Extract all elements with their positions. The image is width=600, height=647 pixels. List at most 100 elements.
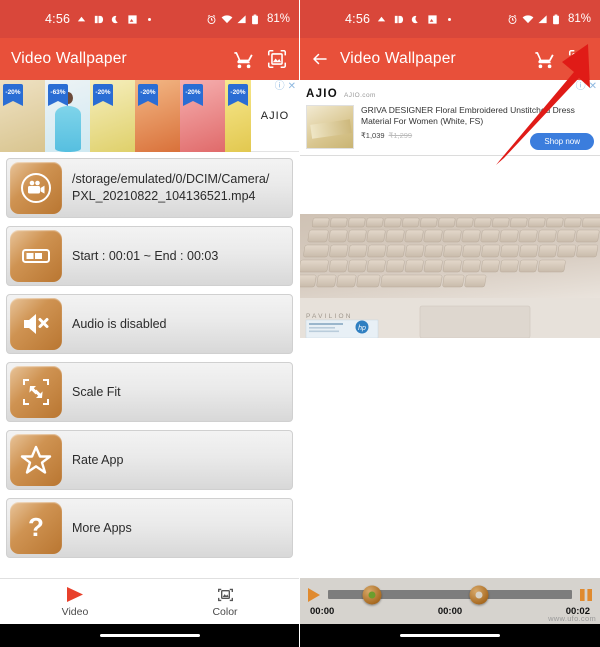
app-title: Video Wallpaper bbox=[11, 50, 127, 67]
ad-thumbnail[interactable]: -20% bbox=[135, 80, 180, 152]
video-preview-frame[interactable]: PAVILION hp bbox=[300, 214, 600, 338]
list-item-rate-app[interactable]: Rate App bbox=[6, 430, 293, 490]
notification-icon bbox=[376, 14, 387, 25]
ad-product-image bbox=[306, 105, 354, 149]
battery-percent: 81% bbox=[567, 13, 591, 25]
ad-product-info: GRIVA DESIGNER Floral Embroidered Unstit… bbox=[361, 105, 594, 150]
color-picker-icon bbox=[216, 586, 235, 603]
list-item-label: Scale Fit bbox=[72, 384, 121, 399]
discount-badge: -20% bbox=[3, 84, 23, 106]
ad-product-title: GRIVA DESIGNER Floral Embroidered Unstit… bbox=[361, 105, 575, 127]
bottom-nav-label: Color bbox=[212, 605, 238, 618]
home-gesture-pill[interactable] bbox=[400, 634, 500, 637]
discount-badge: -20% bbox=[228, 84, 248, 106]
back-arrow-icon[interactable] bbox=[311, 50, 329, 68]
signal-icon bbox=[537, 14, 548, 25]
set-wallpaper-icon[interactable] bbox=[567, 48, 589, 70]
bottom-nav-color[interactable]: Color bbox=[150, 586, 299, 618]
status-bar-left-group: 4:56 bbox=[309, 12, 455, 26]
list-item-trim-range[interactable]: Start : 00:01 ~ End : 00:03 bbox=[6, 226, 293, 286]
star-icon bbox=[10, 434, 62, 486]
ad-info-icon[interactable]: ⓘ bbox=[576, 82, 586, 92]
image-icon bbox=[427, 14, 438, 25]
video-file-icon bbox=[10, 162, 62, 214]
list-item-label: /storage/emulated/0/DCIM/Camera/PXL_2021… bbox=[72, 172, 270, 203]
system-navigation-bar bbox=[300, 624, 600, 647]
ad-thumbnail[interactable]: -20% bbox=[180, 80, 225, 152]
bottom-nav-video[interactable]: Video bbox=[0, 586, 150, 618]
discount-badge: -20% bbox=[183, 84, 203, 106]
ad-info-icon[interactable]: ⓘ bbox=[275, 82, 285, 92]
question-icon: ? bbox=[10, 502, 62, 554]
moon-icon bbox=[410, 14, 421, 25]
ad-banner-right[interactable]: AJIO AJIO.com ⓘ ✕ GRIVA DESIGNER Floral … bbox=[300, 80, 600, 156]
status-bar-left-group: 4:56 bbox=[9, 12, 155, 26]
set-wallpaper-icon[interactable] bbox=[266, 48, 288, 70]
alarm-icon bbox=[507, 14, 518, 25]
cart-icon[interactable] bbox=[534, 48, 556, 70]
ad-close-icon[interactable]: ✕ bbox=[288, 82, 296, 92]
status-bar-right-group: 81% bbox=[206, 13, 290, 25]
play-icon[interactable] bbox=[306, 587, 322, 603]
right-screen: 4:56 81% Video Wallpaper AJIO AJIO.com ⓘ… bbox=[300, 0, 600, 647]
image-icon bbox=[127, 14, 138, 25]
system-navigation-bar bbox=[0, 624, 299, 647]
ad-thumbnail-strip[interactable]: -20% -63% -20% -20% -20% -20% bbox=[0, 80, 251, 152]
scale-fit-icon bbox=[10, 366, 62, 418]
list-item-audio[interactable]: Audio is disabled bbox=[6, 294, 293, 354]
list-item-label: More Apps bbox=[72, 520, 132, 535]
audio-muted-icon bbox=[10, 298, 62, 350]
ad-thumbnail[interactable]: -20% bbox=[90, 80, 135, 152]
list-item-label: Audio is disabled bbox=[72, 316, 167, 331]
shop-now-button[interactable]: Shop now bbox=[530, 133, 594, 150]
alarm-icon bbox=[206, 14, 217, 25]
dot-icon bbox=[444, 14, 455, 25]
svg-text:hp: hp bbox=[358, 325, 366, 332]
signal-icon bbox=[236, 14, 247, 25]
video-preview-area[interactable]: PAVILION hp bbox=[300, 156, 600, 456]
status-time: 4:56 bbox=[345, 12, 371, 26]
list-item-label: Start : 00:01 ~ End : 00:03 bbox=[72, 248, 219, 263]
discount-badge: -20% bbox=[138, 84, 158, 106]
notification-icon bbox=[93, 14, 104, 25]
bottom-navigation: Video Color bbox=[0, 578, 299, 624]
ad-brand-label: AJIO bbox=[260, 109, 290, 122]
trim-range-icon bbox=[10, 230, 62, 282]
app-bar-left: Video Wallpaper bbox=[0, 38, 299, 80]
ad-banner-left[interactable]: -20% -63% -20% -20% -20% -20% AJIO ⓘ ✕ bbox=[0, 80, 299, 152]
battery-percent: 81% bbox=[266, 13, 290, 25]
discount-badge: -20% bbox=[93, 84, 113, 106]
home-gesture-pill[interactable] bbox=[100, 634, 200, 637]
time-start: 00:00 bbox=[310, 605, 335, 617]
ad-controls-left: ⓘ ✕ bbox=[275, 82, 296, 92]
notification-icon bbox=[76, 14, 87, 25]
ad-thumbnail[interactable]: -63% bbox=[45, 80, 90, 152]
dot-icon bbox=[144, 14, 155, 25]
settings-list: /storage/emulated/0/DCIM/Camera/PXL_2021… bbox=[0, 152, 299, 558]
battery-icon bbox=[552, 14, 563, 25]
list-item-more-apps[interactable]: ? More Apps bbox=[6, 498, 293, 558]
range-thumb-start[interactable] bbox=[362, 585, 382, 604]
pause-icon[interactable] bbox=[578, 587, 594, 603]
ad-header: AJIO AJIO.com bbox=[306, 84, 594, 100]
list-item-scale[interactable]: Scale Fit bbox=[6, 362, 293, 422]
ad-thumbnail[interactable]: -20% bbox=[225, 80, 251, 152]
dual-screenshot: 4:56 81% Video Wallpaper -20% -63% -20% … bbox=[0, 0, 600, 647]
moon-icon bbox=[110, 14, 121, 25]
wifi-icon bbox=[221, 14, 233, 25]
cart-icon[interactable] bbox=[233, 48, 255, 70]
play-icon bbox=[65, 586, 85, 603]
range-thumb-end[interactable] bbox=[469, 585, 489, 604]
ad-price-original: ₹1,299 bbox=[388, 130, 413, 140]
left-screen: 4:56 81% Video Wallpaper -20% -63% -20% … bbox=[0, 0, 300, 647]
app-title: Video Wallpaper bbox=[340, 50, 456, 67]
ad-close-icon[interactable]: ✕ bbox=[589, 82, 597, 92]
ad-controls-right: ⓘ ✕ bbox=[576, 82, 597, 92]
time-current: 00:00 bbox=[437, 605, 463, 617]
ad-url-label: AJIO.com bbox=[344, 91, 376, 99]
trim-range-slider[interactable] bbox=[328, 585, 572, 604]
svg-text:PAVILION: PAVILION bbox=[306, 313, 353, 320]
ad-thumbnail[interactable]: -20% bbox=[0, 80, 45, 152]
ad-body: GRIVA DESIGNER Floral Embroidered Unstit… bbox=[306, 105, 594, 150]
list-item-video-file[interactable]: /storage/emulated/0/DCIM/Camera/PXL_2021… bbox=[6, 158, 293, 218]
